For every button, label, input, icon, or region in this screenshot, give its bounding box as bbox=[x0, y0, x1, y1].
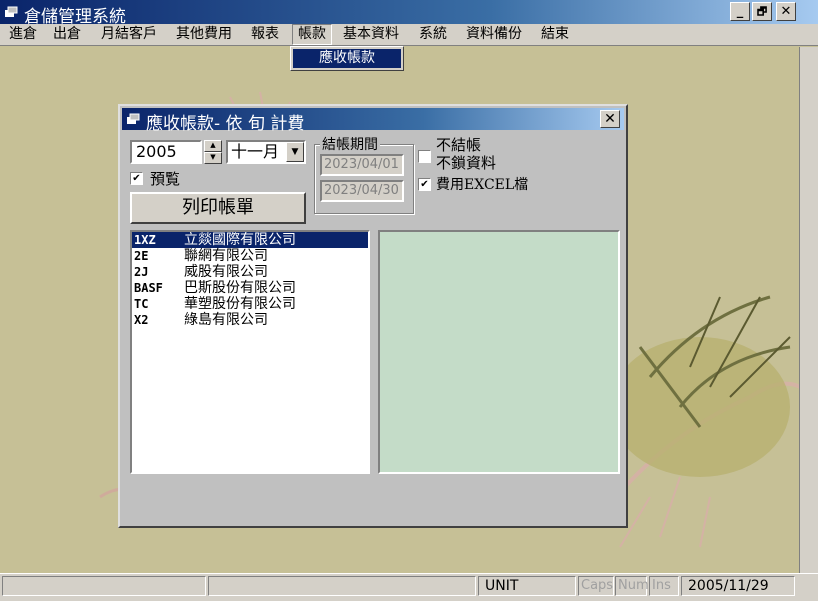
dialog-close-button[interactable]: ✕ bbox=[600, 110, 620, 128]
status-unit: UNIT bbox=[478, 576, 576, 596]
preview-label: 預覧 bbox=[150, 170, 181, 188]
menu-item-basic-data[interactable]: 基本資料 bbox=[338, 24, 404, 45]
menu-item-accounts[interactable]: 帳款 bbox=[292, 24, 332, 45]
date-from-input[interactable]: 2023/04/01 bbox=[320, 154, 404, 176]
date-to-input[interactable]: 2023/04/30 bbox=[320, 180, 404, 202]
period-title: 結帳期間 bbox=[320, 134, 380, 154]
year-input[interactable]: 2005 bbox=[130, 140, 202, 164]
list-item[interactable]: BASF 巴斯股份有限公司 bbox=[132, 280, 368, 296]
print-bill-button[interactable]: 列印帳單 bbox=[130, 192, 306, 224]
status-caps: Caps bbox=[578, 576, 614, 596]
detail-panel bbox=[378, 230, 620, 474]
status-panel-2 bbox=[208, 576, 476, 596]
menu-item-receivables[interactable]: 應收帳款 bbox=[293, 49, 401, 68]
spin-up-icon[interactable]: ▲ bbox=[204, 140, 222, 152]
minimize-button[interactable]: _ bbox=[730, 2, 750, 21]
menu-item-system[interactable]: 系統 bbox=[414, 24, 452, 45]
maximize-button[interactable]: 🗗 bbox=[752, 2, 772, 21]
app-icon bbox=[5, 6, 18, 17]
vertical-scrollbar[interactable] bbox=[799, 47, 818, 573]
menu-item-outbound[interactable]: 出倉 bbox=[48, 24, 86, 45]
menu-bar: 進倉 出倉 月結客戶 其他費用 報表 帳款 基本資料 系統 資料備份 結束 bbox=[0, 24, 818, 46]
list-item[interactable]: X2 綠島有限公司 bbox=[132, 312, 368, 328]
menu-item-monthly-customers[interactable]: 月結客戶 bbox=[96, 24, 162, 45]
status-num: Num bbox=[615, 576, 649, 596]
no-settle-checkbox[interactable] bbox=[418, 150, 431, 163]
menu-item-other-fees[interactable]: 其他費用 bbox=[171, 24, 237, 45]
menu-item-reports[interactable]: 報表 bbox=[246, 24, 284, 45]
spin-down-icon[interactable]: ▼ bbox=[204, 152, 222, 164]
month-select[interactable]: 十一月 ▼ bbox=[226, 140, 306, 164]
preview-checkbox[interactable]: ✔ bbox=[130, 172, 143, 185]
no-lock-label: 不鎖資料 bbox=[436, 154, 497, 172]
dialog-title: 應收帳款- 依 旬 計費 bbox=[146, 114, 305, 134]
menu-item-backup[interactable]: 資料備份 bbox=[461, 24, 527, 45]
customer-list[interactable]: 1XZ 立燚國際有限公司 2E 聯網有限公司 2J 威股有限公司 BASF 巴斯股份有限… bbox=[130, 230, 370, 474]
excel-checkbox[interactable]: ✔ bbox=[418, 178, 431, 191]
accounts-receivable-dialog: 應收帳款- 依 旬 計費 ✕ 2005 ▲ ▼ 十一月 ▼ ✔ 預覧 列印帳單 … bbox=[118, 104, 628, 528]
list-item[interactable]: 2E 聯網有限公司 bbox=[132, 248, 368, 264]
dialog-title-bar[interactable]: 應收帳款- 依 旬 計費 ✕ bbox=[122, 108, 624, 134]
status-panel-1 bbox=[2, 576, 206, 596]
list-item[interactable]: 2J 威股有限公司 bbox=[132, 264, 368, 280]
month-value: 十一月 bbox=[231, 142, 280, 161]
accounts-dropdown-menu: 應收帳款 bbox=[290, 46, 404, 71]
status-date: 2005/11/29 bbox=[681, 576, 795, 596]
menu-item-exit[interactable]: 結束 bbox=[536, 24, 574, 45]
status-bar: UNIT Caps Num Ins 2005/11/29 bbox=[0, 573, 818, 601]
list-item[interactable]: 1XZ 立燚國際有限公司 bbox=[132, 232, 368, 248]
chevron-down-icon[interactable]: ▼ bbox=[286, 142, 304, 162]
excel-label: 費用EXCEL檔 bbox=[436, 177, 529, 193]
menu-item-inbound[interactable]: 進倉 bbox=[4, 24, 42, 45]
list-item[interactable]: TC 華塑股份有限公司 bbox=[132, 296, 368, 312]
close-button[interactable]: ✕ bbox=[776, 2, 796, 21]
year-spinner[interactable]: ▲ ▼ bbox=[204, 140, 222, 164]
status-ins: Ins bbox=[649, 576, 679, 596]
dialog-icon bbox=[127, 113, 140, 124]
window-title-bar[interactable]: 倉儲管理系統 _ 🗗 ✕ bbox=[0, 0, 818, 27]
